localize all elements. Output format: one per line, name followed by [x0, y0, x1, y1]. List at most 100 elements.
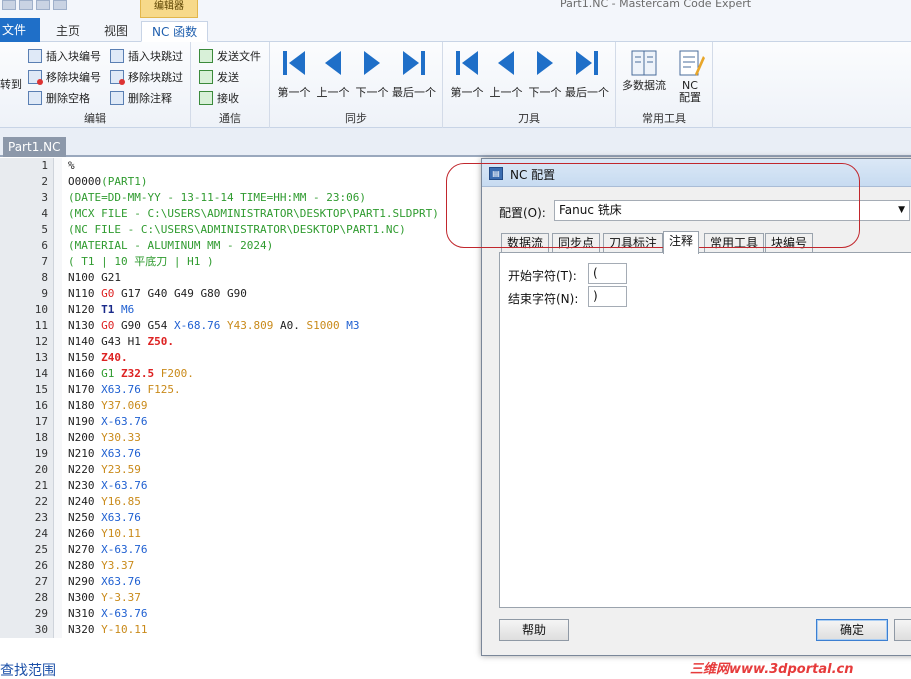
dialog-title-bar[interactable]: ▤ NC 配置: [482, 159, 911, 187]
last-icon: [403, 51, 425, 75]
insert-block-number-label: 插入块编号: [46, 50, 101, 63]
save-icon[interactable]: [19, 0, 33, 10]
code-token: O0000: [68, 175, 102, 188]
dialog-app-icon: ▤: [489, 167, 503, 180]
tab-tool-annotation[interactable]: 刀具标注: [603, 233, 664, 253]
line-number: 3: [41, 191, 48, 204]
code-token: N170: [68, 383, 102, 396]
first-icon: [283, 51, 305, 75]
ribbon: 转到 插入块编号 插入块跳过 移除块编号 移除块跳过 删除空格 删除注释 编辑 …: [0, 42, 911, 128]
code-token: X-63.76: [101, 607, 148, 620]
last-icon: [576, 51, 598, 75]
group-communication-label: 通信: [219, 112, 241, 125]
insert-block-skip-label: 插入块跳过: [128, 50, 183, 63]
code-text: N210 X63.76: [68, 446, 141, 462]
undo-icon[interactable]: [36, 0, 50, 10]
receive-icon: [199, 91, 213, 105]
code-token: N130: [68, 319, 102, 332]
code-token: F200.: [160, 367, 194, 380]
context-tab-title: 编辑器: [140, 0, 198, 18]
tab-common-tools[interactable]: 常用工具: [704, 233, 765, 253]
tool-last-label: 最后一个: [565, 86, 609, 99]
send-file-button[interactable]: 发送文件: [199, 46, 261, 66]
code-token: X-68.76: [173, 319, 221, 332]
find-scope-link[interactable]: 查找范围: [0, 660, 56, 679]
line-number: 28: [34, 591, 48, 604]
line-number: 16: [34, 399, 48, 412]
code-text: N220 Y23.59: [68, 462, 141, 478]
insert-block-skip-button[interactable]: 插入块跳过: [110, 46, 183, 66]
remove-block-skip-button[interactable]: 移除块跳过: [110, 67, 183, 87]
group-common-tools-label: 常用工具: [642, 112, 686, 125]
tab-file[interactable]: 文件: [0, 18, 40, 42]
delete-spaces-button[interactable]: 删除空格: [28, 88, 90, 108]
line-number: 18: [34, 431, 48, 444]
code-token: Z40.: [101, 351, 128, 364]
code-token: N200: [68, 431, 102, 444]
tab-view[interactable]: 视图: [94, 21, 138, 42]
code-text: (MCX FILE - C:\USERS\ADMINISTRATOR\DESKT…: [68, 206, 439, 222]
tool-next-button[interactable]: 下一个: [526, 46, 564, 102]
ok-button[interactable]: 确定: [816, 619, 888, 641]
title-bar: 编辑器 Part1.NC - Mastercam Code Expert: [0, 0, 911, 18]
line-number: 13: [34, 351, 48, 364]
remove-block-number-button[interactable]: 移除块编号: [28, 67, 101, 87]
code-token: (PART1): [101, 175, 148, 188]
send-file-label: 发送文件: [217, 50, 261, 63]
config-dropdown[interactable]: Fanuc 铣床 ▼: [554, 200, 910, 221]
insert-block-number-button[interactable]: 插入块编号: [28, 46, 101, 66]
tool-last-button[interactable]: 最后一个: [565, 46, 609, 102]
line-number: 19: [34, 447, 48, 460]
line-number: 15: [34, 383, 48, 396]
line-number: 14: [34, 367, 48, 380]
code-text: N300 Y-3.37: [68, 590, 141, 606]
code-token: ( T1 | 10 平底刀 | H1 ): [68, 255, 214, 268]
code-text: O0000(PART1): [68, 174, 147, 190]
code-text: N120 T1 M6: [68, 302, 134, 318]
end-char-label: 结束字符(N):: [508, 292, 579, 306]
send-label: 发送: [217, 71, 239, 84]
tab-comments[interactable]: 注释: [663, 231, 700, 254]
cancel-button[interactable]: [894, 619, 911, 641]
code-text: N100 G21: [68, 270, 121, 286]
code-token: N240: [68, 495, 102, 508]
receive-button[interactable]: 接收: [199, 88, 239, 108]
tab-data-stream[interactable]: 数据流: [501, 233, 550, 253]
code-token: G17 G40 G49 G80 G90: [114, 287, 247, 300]
start-char-input[interactable]: (: [588, 263, 627, 284]
line-number: 2: [41, 175, 48, 188]
code-token: %: [68, 159, 75, 172]
group-edit: 转到 插入块编号 插入块跳过 移除块编号 移除块跳过 删除空格 删除注释 编辑: [0, 42, 191, 128]
multi-stream-button[interactable]: 多数据流: [620, 46, 668, 92]
code-token: G0: [101, 287, 115, 300]
sync-next-button[interactable]: 下一个: [353, 46, 391, 102]
nc-config-button[interactable]: NC 配置: [666, 46, 714, 104]
tab-sync-point[interactable]: 同步点: [552, 233, 601, 253]
sync-last-button[interactable]: 最后一个: [392, 46, 436, 102]
code-token: Y-10.11: [101, 623, 148, 636]
delete-comments-button[interactable]: 删除注释: [110, 88, 172, 108]
quick-access-toolbar: [0, 0, 67, 12]
code-token: N100: [68, 271, 102, 284]
send-button[interactable]: 发送: [199, 67, 239, 87]
code-token: Y43.809: [226, 319, 274, 332]
delete-comments-icon: [110, 91, 124, 105]
tab-nc-functions[interactable]: NC 函数: [141, 21, 209, 42]
document-tab[interactable]: Part1.NC: [3, 137, 66, 157]
delete-comments-label: 删除注释: [128, 92, 172, 105]
open-icon[interactable]: [2, 0, 16, 10]
tab-home[interactable]: 主页: [46, 21, 90, 42]
tab-block-number[interactable]: 块编号: [765, 233, 814, 253]
code-token: N300: [68, 591, 102, 604]
comments-tab-panel: 开始字符(T): ( 结束字符(N): ): [499, 252, 911, 608]
code-text: N270 X-63.76: [68, 542, 147, 558]
help-button[interactable]: 帮助: [499, 619, 569, 641]
code-token: Y23.59: [101, 463, 141, 476]
line-number: 10: [34, 303, 48, 316]
goto-button[interactable]: 转到: [0, 74, 22, 94]
redo-icon[interactable]: [53, 0, 67, 10]
code-token: N270: [68, 543, 102, 556]
code-token: N140: [68, 335, 102, 348]
code-token: N190: [68, 415, 102, 428]
end-char-input[interactable]: ): [588, 286, 627, 307]
